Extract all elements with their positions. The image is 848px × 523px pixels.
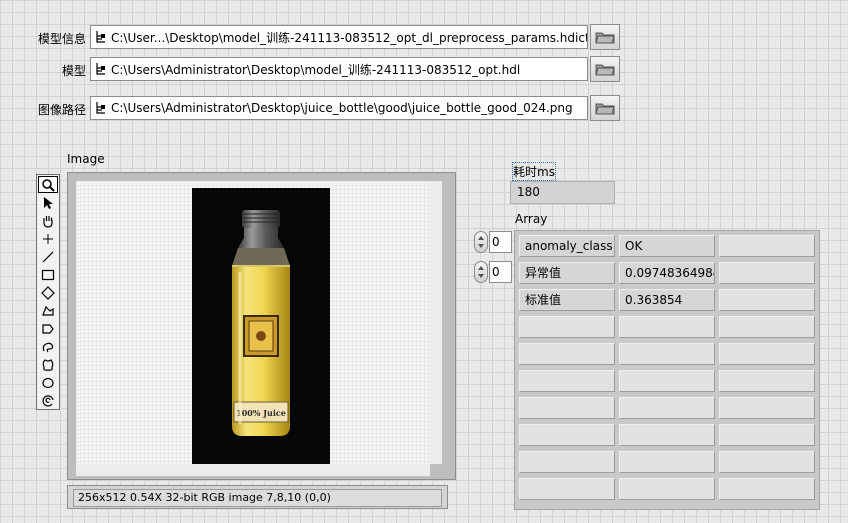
image-info-text: 256x512 0.54X 32-bit RGB image 7,8,10 (0… — [73, 489, 442, 507]
array-cell[interactable] — [719, 370, 815, 392]
array-cell[interactable] — [619, 397, 715, 419]
crosshair-icon — [43, 233, 53, 244]
row-index-spinner[interactable] — [474, 231, 488, 253]
rectangle-tool[interactable] — [38, 266, 58, 283]
model-label: 模型 — [61, 64, 86, 78]
image-path-label: 图像路径 — [37, 103, 86, 117]
array-cell[interactable] — [619, 424, 715, 446]
array-cell[interactable] — [719, 289, 815, 311]
broken-line-tool[interactable] — [38, 320, 58, 337]
array-cell[interactable] — [519, 424, 615, 446]
pointer-icon — [44, 196, 53, 209]
array-cell[interactable] — [519, 343, 615, 365]
array-cell[interactable] — [719, 424, 815, 446]
array-cell[interactable] — [519, 478, 615, 500]
free-region-tool[interactable] — [38, 356, 58, 373]
model-info-path-field[interactable]: C:\User...\Desktop\model_训练-241113-08351… — [90, 25, 588, 49]
model-info-path-text: C:\User...\Desktop\model_训练-241113-08351… — [111, 30, 587, 45]
array-cell[interactable] — [619, 451, 715, 473]
increment-decrement-icon — [478, 266, 484, 278]
polygon-tool[interactable] — [38, 302, 58, 319]
path-icon — [96, 63, 105, 75]
array-cell[interactable]: 标准值 — [519, 289, 615, 311]
array-cell[interactable]: OK — [619, 235, 715, 257]
column-index-spinner[interactable] — [474, 261, 488, 283]
image-vertical-scrollbar[interactable] — [430, 181, 442, 464]
result-array: anomaly_class OK 异常值 0.09748364984 标准值 0.3638… — [514, 230, 820, 510]
image-display-label: Image — [67, 152, 105, 166]
array-cell[interactable]: anomaly_class — [519, 235, 615, 257]
array-cell[interactable] — [519, 397, 615, 419]
image-path-browse-button[interactable] — [590, 95, 620, 121]
array-cell[interactable] — [519, 370, 615, 392]
folder-icon — [595, 64, 615, 76]
array-cell[interactable]: 0.09748364984 — [619, 262, 715, 284]
model-info-label: 模型信息 — [37, 32, 86, 46]
array-cell[interactable] — [519, 451, 615, 473]
duration-indicator: 180 — [510, 181, 615, 204]
array-cell[interactable] — [719, 316, 815, 338]
rotated-rectangle-icon — [41, 285, 55, 300]
annulus-icon — [42, 394, 54, 406]
line-tool[interactable] — [38, 248, 58, 265]
array-cell[interactable] — [719, 478, 815, 500]
oval-tool[interactable] — [38, 374, 58, 391]
image-canvas[interactable]: 100% Juice — [76, 181, 430, 464]
folder-icon — [595, 103, 615, 115]
array-cell[interactable] — [719, 235, 815, 257]
array-column-index[interactable]: 0 — [474, 261, 512, 283]
pointer-tool[interactable] — [38, 194, 58, 211]
path-icon — [96, 102, 105, 114]
freehand-tool[interactable] — [38, 338, 58, 355]
pan-tool[interactable] — [38, 212, 58, 229]
zoom-tool[interactable] — [38, 176, 58, 193]
array-cell[interactable] — [719, 397, 815, 419]
array-row-index[interactable]: 0 — [474, 231, 512, 253]
free-region-icon — [42, 358, 54, 371]
path-icon — [96, 31, 105, 43]
model-path-field[interactable]: C:\Users\Administrator\Desktop\model_训练-… — [90, 57, 588, 81]
pan-icon — [43, 215, 53, 228]
array-label: Array — [515, 212, 548, 226]
model-path-text: C:\Users\Administrator\Desktop\model_训练-… — [111, 62, 521, 77]
annulus-tool[interactable] — [38, 392, 58, 409]
increment-decrement-icon — [478, 236, 484, 248]
oval-icon — [42, 377, 54, 388]
array-cell[interactable] — [719, 451, 815, 473]
freehand-icon — [42, 342, 54, 352]
polygon-icon — [42, 305, 54, 316]
model-browse-button[interactable] — [590, 56, 620, 82]
broken-line-icon — [42, 323, 54, 334]
row-index-value[interactable]: 0 — [489, 231, 512, 253]
image-horizontal-scrollbar[interactable] — [76, 464, 430, 476]
photo-label-text: 100% Juice — [236, 408, 286, 418]
array-cell[interactable] — [619, 316, 715, 338]
image-tool-palette — [36, 174, 60, 410]
column-index-value[interactable]: 0 — [489, 261, 512, 283]
array-cell[interactable]: 异常值 — [519, 262, 615, 284]
image-path-text: C:\Users\Administrator\Desktop\juice_bot… — [111, 101, 573, 115]
crosshair-tool[interactable] — [38, 230, 58, 247]
array-cell[interactable]: 0.363854 — [619, 289, 715, 311]
juice-bottle-image: 100% Juice — [192, 188, 330, 464]
image-display[interactable]: 100% Juice — [67, 172, 456, 480]
rectangle-icon — [41, 269, 55, 280]
zoom-icon — [42, 178, 55, 192]
line-icon — [42, 251, 54, 262]
array-cell[interactable] — [619, 343, 715, 365]
folder-icon — [595, 32, 615, 44]
image-status-bar: 256x512 0.54X 32-bit RGB image 7,8,10 (0… — [67, 485, 448, 509]
rotated-rectangle-tool[interactable] — [38, 284, 58, 301]
duration-label: 耗时ms — [512, 162, 556, 181]
array-cell[interactable] — [619, 370, 715, 392]
image-path-field[interactable]: C:\Users\Administrator\Desktop\juice_bot… — [90, 96, 588, 120]
array-cell[interactable] — [619, 478, 715, 500]
array-cell[interactable] — [719, 343, 815, 365]
array-cell[interactable] — [519, 316, 615, 338]
array-cell[interactable] — [719, 262, 815, 284]
model-info-browse-button[interactable] — [590, 24, 620, 50]
